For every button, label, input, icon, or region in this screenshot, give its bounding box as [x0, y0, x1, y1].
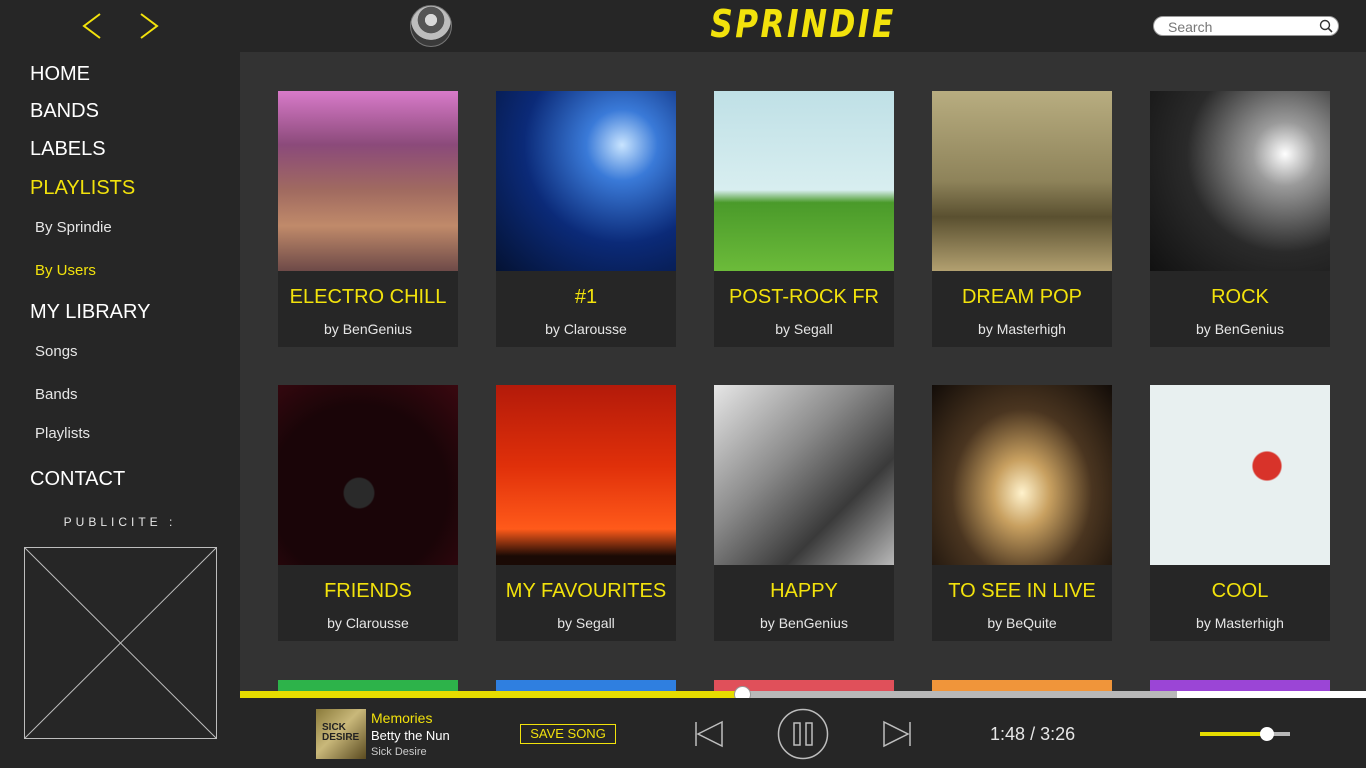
nav-library-playlists[interactable]: Playlists — [35, 425, 90, 442]
playlist-title[interactable]: TO SEE IN LIVE — [932, 580, 1112, 603]
playlist-author[interactable]: by Masterhigh — [1150, 615, 1330, 631]
player-bar: SICK DESIRE Memories Betty the Nun Sick … — [240, 698, 1366, 768]
total-time: 3:26 — [1040, 724, 1076, 744]
playlist-cover-image[interactable] — [278, 385, 458, 565]
elapsed-time: 1:48 — [990, 724, 1026, 744]
nav-library-songs[interactable]: Songs — [35, 343, 78, 360]
time-display: 1:48 / 3:26 — [990, 724, 1075, 745]
nav-my-library[interactable]: MY LIBRARY — [30, 301, 150, 324]
playlist-cover-image[interactable] — [1150, 385, 1330, 565]
volume-handle[interactable] — [1259, 727, 1274, 741]
playlist-title[interactable]: ROCK — [1150, 286, 1330, 309]
now-playing-artist[interactable]: Betty the Nun — [371, 728, 450, 743]
search-input[interactable] — [1168, 18, 1318, 35]
time-separator: / — [1030, 724, 1036, 744]
progress-fill — [240, 691, 743, 698]
playlist-author[interactable]: by BenGenius — [278, 321, 458, 337]
playlist-cover-image[interactable] — [932, 91, 1112, 271]
cover-text: SICK DESIRE — [322, 722, 360, 743]
search-icon[interactable] — [1319, 19, 1333, 33]
playlist-card[interactable]: COOL by Masterhigh — [1150, 385, 1330, 641]
playlist-author[interactable]: by BenGenius — [1150, 321, 1330, 337]
save-song-button[interactable]: SAVE SONG — [520, 724, 616, 744]
nav-contact[interactable]: CONTACT — [30, 468, 125, 491]
playlist-author[interactable]: by Masterhigh — [932, 321, 1112, 337]
nav-playlists-by-sprindie[interactable]: By Sprindie — [35, 219, 112, 236]
nav-home[interactable]: HOME — [30, 63, 90, 86]
playlist-card[interactable]: POST-ROCK FR by Segall — [714, 91, 894, 347]
playlist-cover-image[interactable] — [496, 385, 676, 565]
playlist-title[interactable]: DREAM POP — [932, 286, 1112, 309]
ad-placeholder[interactable] — [24, 547, 217, 739]
album-cover[interactable]: SICK DESIRE — [316, 709, 366, 759]
nav-playlists[interactable]: PLAYLISTS — [30, 177, 135, 200]
sidebar: HOME BANDS LABELS PLAYLISTS By Sprindie … — [0, 52, 240, 768]
playlist-card[interactable]: TO SEE IN LIVE by BeQuite — [932, 385, 1112, 641]
playlist-title[interactable]: #1 — [496, 286, 676, 309]
playlist-author[interactable]: by Segall — [714, 321, 894, 337]
user-avatar[interactable] — [410, 5, 452, 47]
playlist-author[interactable]: by Clarousse — [278, 615, 458, 631]
pause-icon[interactable] — [777, 708, 829, 760]
playlist-card[interactable]: ELECTRO CHILL by BenGenius — [278, 91, 458, 347]
playlist-title[interactable]: MY FAVOURITES — [496, 580, 676, 603]
nav-playlists-by-users[interactable]: By Users — [35, 262, 96, 279]
playlist-card[interactable]: DREAM POP by Masterhigh — [932, 91, 1112, 347]
back-arrow-icon[interactable] — [78, 8, 108, 44]
playlist-title[interactable]: HAPPY — [714, 580, 894, 603]
song-progress-bar[interactable] — [240, 686, 1366, 703]
search-box[interactable] — [1153, 16, 1339, 36]
ad-label: PUBLICITE : — [63, 515, 177, 529]
playlist-cover-image[interactable] — [496, 91, 676, 271]
playlist-cover-image[interactable] — [1150, 91, 1330, 271]
forward-arrow-icon[interactable] — [133, 8, 163, 44]
playlist-card[interactable]: HAPPY by BenGenius — [714, 385, 894, 641]
playlist-card[interactable]: MY FAVOURITES by Segall — [496, 385, 676, 641]
nav-library-bands[interactable]: Bands — [35, 386, 78, 403]
playlist-title[interactable]: POST-ROCK FR — [714, 286, 894, 309]
app-logo[interactable]: SPRINDIE — [669, 2, 936, 46]
playlist-author[interactable]: by Clarousse — [496, 321, 676, 337]
now-playing-album[interactable]: Sick Desire — [371, 746, 427, 758]
playlist-card[interactable]: ROCK by BenGenius — [1150, 91, 1330, 347]
playlist-title[interactable]: ELECTRO CHILL — [278, 286, 458, 309]
playlist-cover-image[interactable] — [278, 91, 458, 271]
playlist-title[interactable]: COOL — [1150, 580, 1330, 603]
playlist-cover-image[interactable] — [714, 385, 894, 565]
playlist-author[interactable]: by Segall — [496, 615, 676, 631]
next-track-icon[interactable] — [882, 718, 912, 750]
top-bar: SPRINDIE — [0, 0, 1366, 52]
playlist-author[interactable]: by BeQuite — [932, 615, 1112, 631]
playlist-author[interactable]: by BenGenius — [714, 615, 894, 631]
playlist-cover-image[interactable] — [714, 91, 894, 271]
now-playing-title[interactable]: Memories — [371, 710, 432, 726]
previous-track-icon[interactable] — [694, 718, 724, 750]
nav-labels[interactable]: LABELS — [30, 138, 106, 161]
volume-slider[interactable] — [1200, 727, 1290, 741]
playlist-title[interactable]: FRIENDS — [278, 580, 458, 603]
playlist-card[interactable]: FRIENDS by Clarousse — [278, 385, 458, 641]
nav-bands[interactable]: BANDS — [30, 100, 99, 123]
volume-fill — [1200, 732, 1267, 736]
buffer-tail — [1176, 691, 1366, 698]
playlist-card[interactable]: #1 by Clarousse — [496, 91, 676, 347]
playlist-cover-image[interactable] — [932, 385, 1112, 565]
